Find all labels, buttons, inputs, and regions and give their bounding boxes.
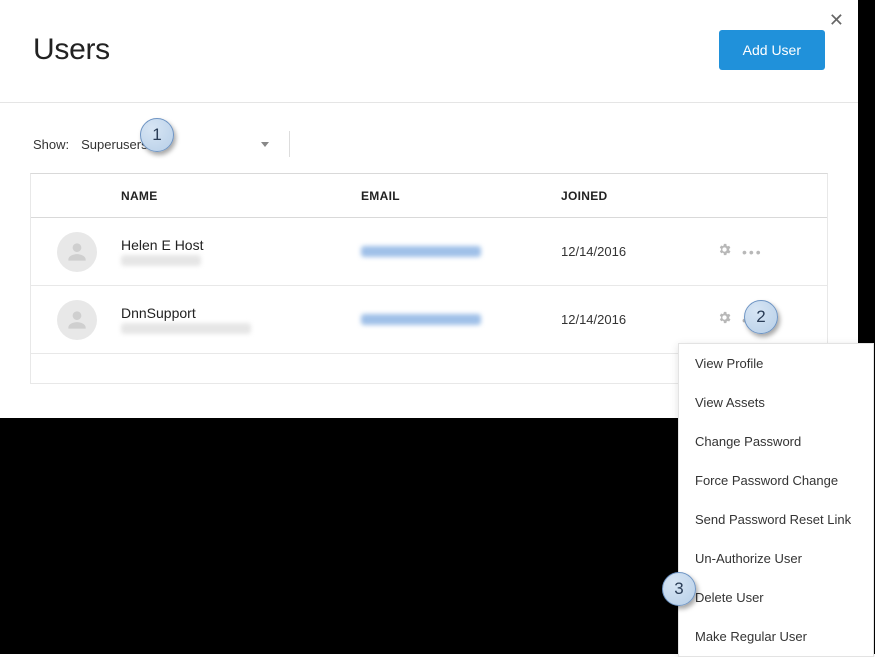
menu-unauthorize-user[interactable]: Un-Authorize User [679,539,873,578]
table-row: Helen E Host 12/14/2016 ••• [31,218,827,286]
filter-value: Superusers [81,137,147,152]
avatar [57,300,97,340]
callout-1: 1 [140,118,174,152]
column-email: EMAIL [361,189,561,203]
page-title: Users [33,33,110,67]
filter-row: Show: Superusers [0,103,858,173]
chevron-down-icon [261,142,269,147]
menu-delete-user[interactable]: Delete User [679,578,873,617]
menu-change-password[interactable]: Change Password [679,422,873,461]
user-name: Helen E Host [121,237,361,253]
table-header: NAME EMAIL JOINED [31,174,827,218]
user-subtext-blurred [121,323,251,334]
menu-view-assets[interactable]: View Assets [679,383,873,422]
column-joined: JOINED [561,189,691,203]
header: Users Add User [0,0,858,103]
gear-icon[interactable] [717,310,732,330]
user-joined: 12/14/2016 [561,312,691,327]
more-icon[interactable]: ••• [742,245,763,259]
add-user-button[interactable]: Add User [719,30,825,70]
avatar [57,232,97,272]
menu-view-profile[interactable]: View Profile [679,344,873,383]
close-icon[interactable]: ✕ [829,10,844,31]
filter-label: Show: [33,137,69,152]
user-name: DnnSupport [121,305,361,321]
user-joined: 12/14/2016 [561,244,691,259]
callout-3: 3 [662,572,696,606]
user-actions-menu: View Profile View Assets Change Password… [678,343,874,657]
menu-force-password-change[interactable]: Force Password Change [679,461,873,500]
callout-2: 2 [744,300,778,334]
users-panel: ✕ Users Add User Show: Superusers NAME E… [0,0,858,654]
divider [289,131,290,157]
menu-make-regular-user[interactable]: Make Regular User [679,617,873,656]
user-email-blurred [361,314,481,325]
menu-send-password-reset[interactable]: Send Password Reset Link [679,500,873,539]
filter-select[interactable]: Superusers [75,137,285,152]
column-name: NAME [121,189,361,203]
gear-icon[interactable] [717,242,732,262]
user-email-blurred [361,246,481,257]
user-subtext-blurred [121,255,201,266]
